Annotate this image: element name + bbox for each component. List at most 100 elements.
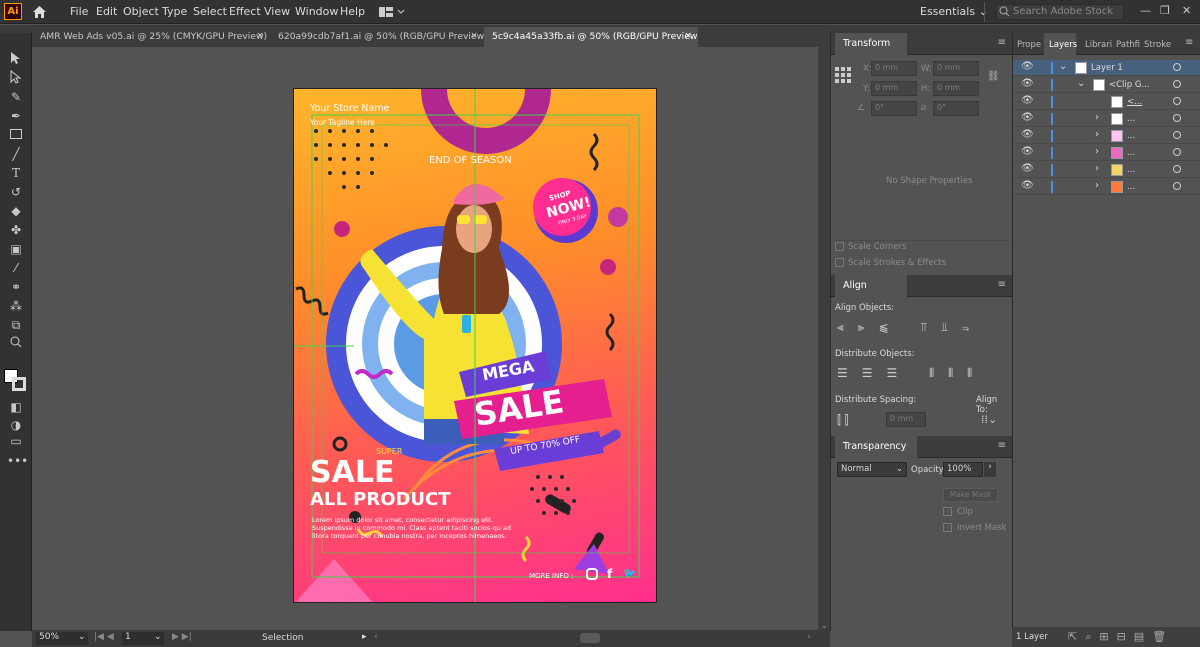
menu-help[interactable]: Help bbox=[340, 5, 365, 18]
align-to-selection-icon[interactable]: ⁞⁞⌄ bbox=[981, 413, 997, 426]
target-icon[interactable] bbox=[1173, 182, 1181, 190]
chevron-down-icon[interactable]: ⌄ bbox=[1077, 78, 1085, 89]
scroll-left-icon[interactable]: ‹ bbox=[374, 632, 378, 642]
panel-menu-icon[interactable]: ≡ bbox=[998, 37, 1006, 48]
layer-footer-buttons[interactable]: ⇱⌕⊞⊟▤🗑 bbox=[1068, 630, 1174, 644]
close-icon[interactable]: × bbox=[684, 30, 692, 41]
first-artboard-icon[interactable]: |◀ ◀ bbox=[94, 632, 114, 642]
menu-select[interactable]: Select bbox=[193, 5, 227, 18]
vertical-scrollbar[interactable]: ⌄ bbox=[818, 47, 830, 630]
chevron-right-icon[interactable]: › bbox=[1095, 146, 1099, 157]
layer-name[interactable]: ... bbox=[1127, 131, 1135, 141]
play-icon[interactable]: ▸ bbox=[362, 632, 367, 642]
close-icon[interactable]: × bbox=[256, 30, 264, 41]
eye-icon[interactable]: 👁 bbox=[1021, 146, 1034, 157]
target-icon[interactable] bbox=[1173, 148, 1181, 156]
eye-icon[interactable]: 👁 bbox=[1021, 163, 1034, 174]
clip-checkbox[interactable] bbox=[943, 507, 952, 516]
draw-mode-icon[interactable]: ◑ bbox=[7, 417, 25, 433]
distribute-spacing-buttons[interactable]: ⫿ ⫿ bbox=[837, 413, 849, 428]
stock-search-input[interactable]: Search Adobe Stock bbox=[996, 4, 1124, 20]
tab-stroke[interactable]: Stroke bbox=[1144, 40, 1171, 50]
magic-wand-icon[interactable]: ✎ bbox=[7, 89, 25, 105]
menu-window[interactable]: Window bbox=[295, 5, 338, 18]
height-field[interactable]: 0 mm bbox=[933, 81, 979, 96]
distribute-objects-buttons[interactable]: ☰☰☰ ⫴⫴⫴ bbox=[837, 366, 986, 381]
opacity-field[interactable]: 100% bbox=[943, 462, 983, 477]
paintbrush-tool-icon[interactable]: ╱ bbox=[7, 146, 25, 162]
layer-name[interactable]: <Clip G... bbox=[1109, 80, 1150, 90]
menu-view[interactable]: View bbox=[264, 5, 290, 18]
menu-file[interactable]: File bbox=[70, 5, 88, 18]
more-tools-icon[interactable]: ••• bbox=[7, 453, 28, 469]
layer-name[interactable]: <... bbox=[1127, 97, 1142, 107]
tab-pathfinder[interactable]: Pathfi bbox=[1116, 40, 1140, 50]
chevron-right-icon[interactable]: › bbox=[1095, 129, 1099, 140]
panel-menu-icon[interactable]: ≡ bbox=[998, 279, 1006, 290]
menu-effect[interactable]: Effect bbox=[229, 5, 261, 18]
layer-row[interactable]: 👁 › ... bbox=[1013, 111, 1200, 127]
eye-icon[interactable]: 👁 bbox=[1021, 112, 1034, 123]
panel-menu-icon[interactable]: ≡ bbox=[998, 440, 1006, 451]
eye-icon[interactable]: 👁 bbox=[1021, 78, 1034, 89]
close-icon[interactable]: ✕ bbox=[1182, 4, 1191, 17]
x-field[interactable]: 0 mm bbox=[871, 61, 917, 76]
rotate-tool-icon[interactable]: ↺ bbox=[7, 184, 25, 200]
tab-libraries[interactable]: Librari bbox=[1085, 40, 1112, 50]
eye-icon[interactable]: 👁 bbox=[1021, 95, 1034, 106]
layer-row[interactable]: 👁 › ... bbox=[1013, 145, 1200, 161]
menu-edit[interactable]: Edit bbox=[96, 5, 117, 18]
rectangle-tool-icon[interactable] bbox=[7, 127, 25, 143]
chevron-right-icon[interactable]: › bbox=[984, 462, 996, 477]
layer-name[interactable]: Layer 1 bbox=[1091, 63, 1123, 73]
zoom-tool-icon[interactable] bbox=[7, 336, 25, 352]
tab-5c9c4a[interactable]: 5c9c4a45a33fb.ai @ 50% (RGB/GPU Preview)… bbox=[484, 27, 698, 47]
menu-type[interactable]: Type bbox=[162, 5, 187, 18]
close-icon[interactable]: × bbox=[470, 30, 478, 41]
artboard[interactable]: Your Store Name Your Tagline Here END OF… bbox=[293, 88, 657, 603]
home-icon[interactable] bbox=[32, 5, 47, 19]
menu-object[interactable]: Object bbox=[123, 5, 159, 18]
target-icon[interactable] bbox=[1173, 80, 1181, 88]
align-objects-buttons[interactable]: ⫷⫸⫹ ⫪⫫⫬ bbox=[837, 320, 983, 335]
blend-mode-select[interactable]: Normal ⌄ bbox=[837, 462, 907, 477]
eyedropper-tool-icon[interactable]: ⁄ bbox=[7, 260, 25, 276]
chevron-right-icon[interactable]: › bbox=[1095, 163, 1099, 174]
layer-row[interactable]: 👁 › ... bbox=[1013, 179, 1200, 195]
align-panel-title[interactable]: Align bbox=[835, 275, 907, 297]
workspace-switcher[interactable]: Essentials ⌄ bbox=[920, 5, 988, 18]
chevron-down-icon[interactable]: ⌄ bbox=[1059, 61, 1067, 72]
eye-icon[interactable]: 👁 bbox=[1021, 129, 1034, 140]
constrain-link-icon[interactable]: ⛓ bbox=[987, 71, 1000, 82]
layer-row[interactable]: 👁 ⌄ Layer 1 bbox=[1013, 60, 1200, 76]
pen-tool-icon[interactable]: ✒ bbox=[7, 108, 25, 124]
scale-strokes-checkbox[interactable] bbox=[835, 258, 844, 267]
layer-row[interactable]: 👁 ⌄ <Clip G... bbox=[1013, 77, 1200, 93]
target-icon[interactable] bbox=[1173, 131, 1181, 139]
target-icon[interactable] bbox=[1173, 165, 1181, 173]
width-field[interactable]: 0 mm bbox=[933, 61, 979, 76]
symbol-sprayer-icon[interactable]: ⁂ bbox=[7, 298, 25, 314]
y-field[interactable]: 0 mm bbox=[871, 81, 917, 96]
eye-icon[interactable]: 👁 bbox=[1021, 180, 1034, 191]
scroll-right-icon[interactable]: › bbox=[807, 632, 811, 642]
tab-properties[interactable]: Prope bbox=[1017, 40, 1041, 50]
type-tool-icon[interactable]: T bbox=[7, 165, 25, 181]
eye-icon[interactable]: 👁 bbox=[1021, 61, 1034, 72]
restore-icon[interactable]: ❐ bbox=[1160, 4, 1170, 17]
scroll-down-icon[interactable]: ⌄ bbox=[821, 621, 828, 630]
target-icon[interactable] bbox=[1173, 114, 1181, 122]
scale-corners-checkbox[interactable] bbox=[835, 242, 844, 251]
layer-name[interactable]: ... bbox=[1127, 148, 1135, 158]
reference-point-icon[interactable] bbox=[835, 67, 851, 86]
chevron-down-icon[interactable]: ⌄ bbox=[154, 632, 162, 642]
layer-row[interactable]: 👁 › ... bbox=[1013, 162, 1200, 178]
blend-tool-icon[interactable]: ⚭ bbox=[7, 279, 25, 295]
color-mode-icon[interactable]: ◧ bbox=[7, 399, 25, 415]
selection-tool-icon[interactable] bbox=[7, 51, 25, 67]
chevron-right-icon[interactable]: › bbox=[1095, 112, 1099, 123]
spacing-field[interactable]: 0 mm bbox=[886, 412, 926, 427]
direct-selection-tool-icon[interactable] bbox=[7, 69, 25, 86]
shear-field[interactable]: 0° bbox=[933, 101, 979, 116]
layer-name[interactable]: ... bbox=[1127, 114, 1135, 124]
